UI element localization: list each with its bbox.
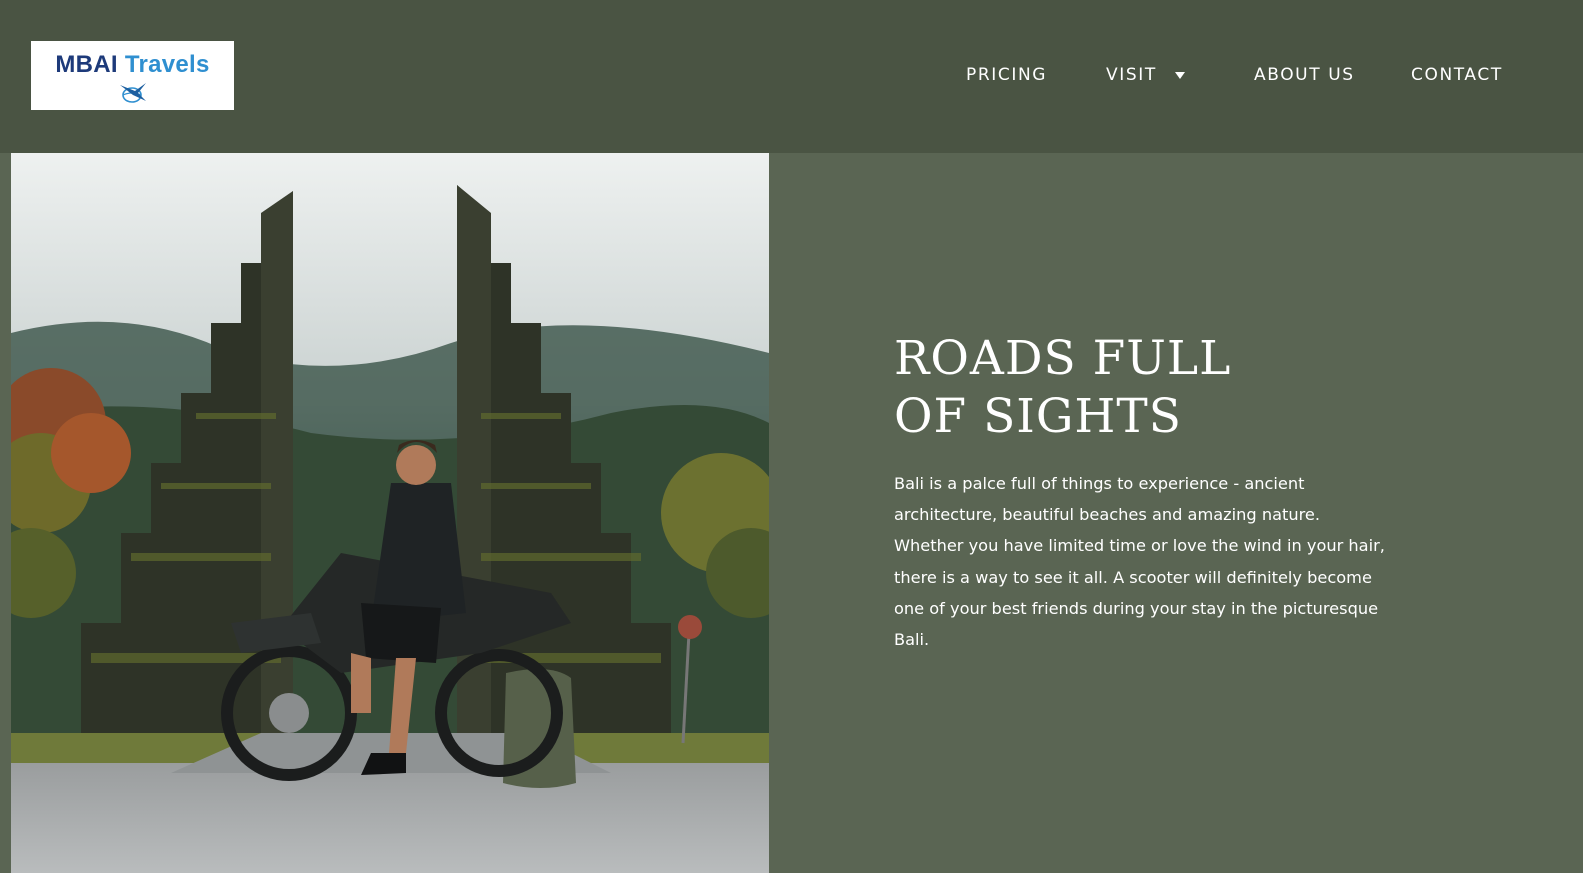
logo-word-mbai: MBAI: [55, 51, 118, 78]
logo-word-travels: Travels: [124, 51, 210, 78]
caret-down-icon[interactable]: [1173, 68, 1187, 82]
logo-wordmark: MBAI Travels: [55, 51, 209, 79]
hero-title-line-1: ROADS FULL: [894, 331, 1232, 386]
nav-link-contact[interactable]: CONTACT: [1411, 62, 1503, 88]
hero-title: ROADS FULL OF SIGHTS: [894, 330, 1414, 446]
site-header: MBAI Travels PRICING VISIT ABOUT US CONT…: [0, 0, 1583, 153]
hero-title-line-2: OF SIGHTS: [894, 389, 1182, 444]
hero-description: Bali is a palce full of things to experi…: [894, 474, 1385, 650]
nav-link-about-us[interactable]: ABOUT US: [1254, 62, 1355, 88]
site-logo[interactable]: MBAI Travels: [31, 41, 234, 110]
hero-photo: [11, 153, 769, 873]
bali-gate-motorcycle-photo: [11, 153, 769, 873]
nav-link-visit[interactable]: VISIT: [1106, 62, 1157, 88]
nav-link-pricing[interactable]: PRICING: [966, 62, 1047, 88]
bird-globe-icon: [119, 83, 146, 103]
